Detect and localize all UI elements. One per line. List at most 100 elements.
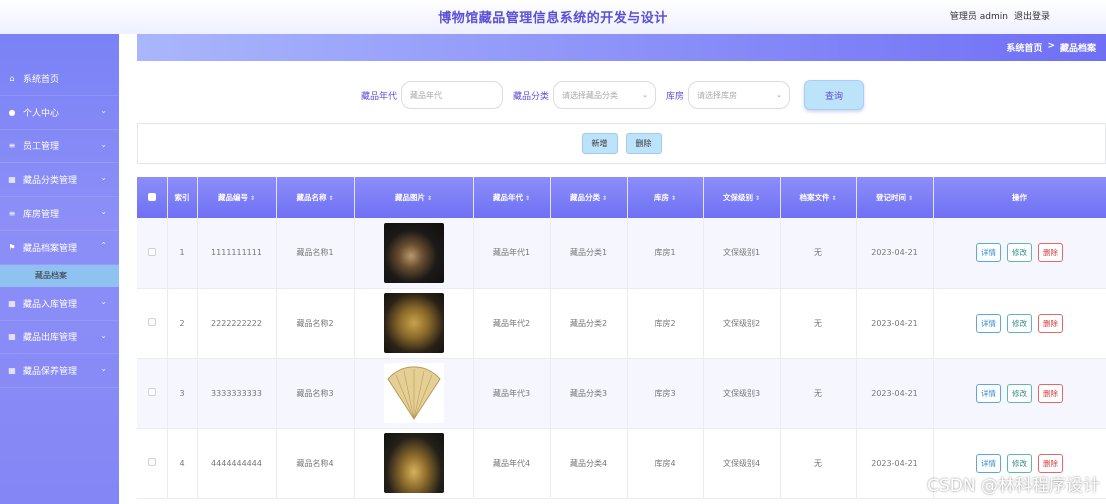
header-name[interactable]: 藏品名称 ⇕ xyxy=(276,177,355,218)
sort-icon[interactable]: ⇕ xyxy=(671,195,676,202)
detail-button[interactable]: 详情 xyxy=(976,243,1001,263)
header-image[interactable]: 藏品图片 ⇕ xyxy=(354,177,474,218)
user-label: 管理员 admin xyxy=(949,12,1008,22)
cell-time: 2023-04-21 xyxy=(856,358,934,429)
cell-index: 4 xyxy=(167,428,198,499)
delete-button[interactable]: 删除 xyxy=(1038,383,1063,403)
row-checkbox[interactable] xyxy=(147,247,156,256)
breadcrumb-home[interactable]: 系统首页 xyxy=(1006,41,1042,54)
cell-level: 文保级别3 xyxy=(703,358,781,429)
chevron-up-icon: ⌃ xyxy=(100,240,107,250)
detail-button[interactable]: 详情 xyxy=(976,453,1001,473)
header-index: 索引 xyxy=(167,177,198,218)
cell-category: 藏品分类1 xyxy=(550,218,628,289)
archive-table: 索引 藏品编号 ⇕ 藏品名称 ⇕ 藏品图片 ⇕ 藏品年代 ⇕ 藏品分类 ⇕ 库房 ⇕ 文保级… xyxy=(137,177,1106,504)
sidebar-item-stock-out[interactable]: ▦ 藏品出库管理 ⌄ xyxy=(0,321,119,355)
sort-icon[interactable]: ⇕ xyxy=(831,195,836,202)
header-level[interactable]: 文保级别 ⇕ xyxy=(703,177,781,218)
flag-icon: ⚑ xyxy=(8,242,16,252)
cell-index: 2 xyxy=(167,288,198,359)
cell-name: 藏品名称3 xyxy=(276,358,355,429)
header-store[interactable]: 库房 ⇕ xyxy=(627,177,704,218)
header-era[interactable]: 藏品年代 ⇕ xyxy=(473,177,551,218)
detail-button[interactable]: 详情 xyxy=(976,383,1001,403)
row-checkbox[interactable] xyxy=(147,458,156,466)
store-select[interactable]: 请选择库房 ⌄ xyxy=(688,81,791,109)
cell-index: 3 xyxy=(167,358,198,429)
sort-icon[interactable]: ⇕ xyxy=(602,195,607,202)
cell-era: 藏品年代1 xyxy=(473,218,551,289)
row-checkbox[interactable] xyxy=(147,318,156,326)
sidebar-item-store[interactable]: ≡ 库房管理 ⌄ xyxy=(0,197,119,231)
grid-icon: ▦ xyxy=(8,175,16,185)
sidebar-item-staff[interactable]: ≡ 员工管理 ⌄ xyxy=(0,130,119,164)
sidebar-item-archive[interactable]: ⚑ 藏品档案管理 ⌃ xyxy=(0,231,119,265)
sidebar-item-category[interactable]: ▦ 藏品分类管理 ⌄ xyxy=(0,163,119,198)
logout-link[interactable]: 退出登录 xyxy=(1014,9,1050,22)
edit-button[interactable]: 修改 xyxy=(1007,313,1032,333)
sort-icon[interactable]: ⇕ xyxy=(250,195,255,202)
artifact-image[interactable] xyxy=(383,363,444,423)
sort-icon[interactable]: ⇕ xyxy=(755,195,760,202)
delete-button[interactable]: 删除 xyxy=(1038,313,1063,333)
row-actions: 详情 修改 删除 xyxy=(934,383,1106,403)
edit-button[interactable]: 修改 xyxy=(1007,453,1032,473)
list-icon: ≡ xyxy=(8,141,16,151)
header-category[interactable]: 藏品分类 ⇕ xyxy=(550,177,628,218)
sidebar-item-home[interactable]: ⌂ 系统首页 xyxy=(0,62,119,96)
select-all-checkbox[interactable] xyxy=(147,192,156,201)
row-actions: 详情 修改 删除 xyxy=(934,313,1106,333)
header-file[interactable]: 档案文件 ⇕ xyxy=(780,177,857,218)
category-select[interactable]: 请选择藏品分类 ⌄ xyxy=(553,81,656,109)
sort-icon[interactable]: ⇕ xyxy=(908,195,913,202)
cell-category: 藏品分类4 xyxy=(550,428,628,499)
sidebar-item-stock-in[interactable]: ▦ 藏品入库管理 ⌄ xyxy=(0,287,119,321)
header-code[interactable]: 藏品编号 ⇕ xyxy=(197,177,277,218)
chevron-down-icon: ⌄ xyxy=(100,296,107,306)
row-checkbox[interactable] xyxy=(147,388,156,396)
sort-icon[interactable]: ⇕ xyxy=(328,195,333,202)
batch-delete-button[interactable]: 删除 xyxy=(625,133,662,154)
sidebar-item-maintenance[interactable]: ▦ 藏品保养管理 ⌄ xyxy=(0,354,119,389)
chevron-down-icon: ⌄ xyxy=(100,173,107,183)
action-bar: 新增 删除 xyxy=(137,123,1106,164)
delete-button[interactable]: 删除 xyxy=(1038,243,1063,263)
table-row: 2 2222222222 藏品名称2 藏品年代2 藏品分类2 库房2 文保级别2… xyxy=(137,288,1106,359)
cell-store: 库房1 xyxy=(627,218,704,289)
cell-name: 藏品名称4 xyxy=(276,428,355,499)
artifact-image[interactable] xyxy=(383,293,444,353)
artifact-image[interactable] xyxy=(383,433,444,493)
table-row: 3 3333333333 藏品名称3 藏品年代3 藏品分类3 库房3 文保级别3… xyxy=(137,358,1106,429)
artifact-image[interactable] xyxy=(383,222,444,283)
delete-button[interactable]: 删除 xyxy=(1038,453,1063,473)
sort-icon[interactable]: ⇕ xyxy=(427,195,432,202)
cell-era: 藏品年代2 xyxy=(473,288,551,359)
add-button[interactable]: 新增 xyxy=(581,133,618,154)
sidebar-item-label: 藏品分类管理 xyxy=(23,176,78,187)
header-time[interactable]: 登记时间 ⇕ xyxy=(856,177,934,218)
top-header: 博物馆藏品管理信息系统的开发与设计 管理员 admin 退出登录 xyxy=(0,0,1106,34)
cell-index: 1 xyxy=(167,218,198,289)
query-button[interactable]: 查询 xyxy=(804,80,865,110)
edit-button[interactable]: 修改 xyxy=(1007,383,1032,403)
cell-code: 2222222222 xyxy=(197,288,277,359)
store-label: 库房 xyxy=(666,91,685,102)
category-placeholder: 请选择藏品分类 xyxy=(562,90,618,100)
cell-category: 藏品分类3 xyxy=(550,358,628,429)
chevron-down-icon: ⌄ xyxy=(642,91,648,99)
sort-icon[interactable]: ⇕ xyxy=(525,195,530,202)
sidebar-subitem-archive[interactable]: 藏品档案 xyxy=(0,264,119,287)
user-area: 管理员 admin 退出登录 xyxy=(950,9,1050,22)
sidebar: ⌂ 系统首页 ● 个人中心 ⌄ ≡ 员工管理 ⌄ ▦ 藏品分类管理 ⌄ ≡ 库房… xyxy=(0,34,119,504)
watermark: CSDN @林科程序设计 xyxy=(927,476,1100,496)
cell-era: 藏品年代4 xyxy=(473,428,551,499)
edit-button[interactable]: 修改 xyxy=(1007,243,1032,263)
select-all-cell[interactable] xyxy=(137,177,168,218)
list-icon: ≡ xyxy=(8,209,16,219)
cell-time: 2023-04-21 xyxy=(856,288,934,359)
detail-button[interactable]: 详情 xyxy=(976,313,1001,333)
cell-level: 文保级别4 xyxy=(703,428,781,499)
era-input[interactable]: 藏品年代 xyxy=(400,81,503,109)
sidebar-item-profile[interactable]: ● 个人中心 ⌄ xyxy=(0,96,119,130)
main-content: 系统首页 > 藏品档案 藏品年代 藏品年代 藏品分类 请选择藏品分类 ⌄ 库房 … xyxy=(119,34,1106,504)
